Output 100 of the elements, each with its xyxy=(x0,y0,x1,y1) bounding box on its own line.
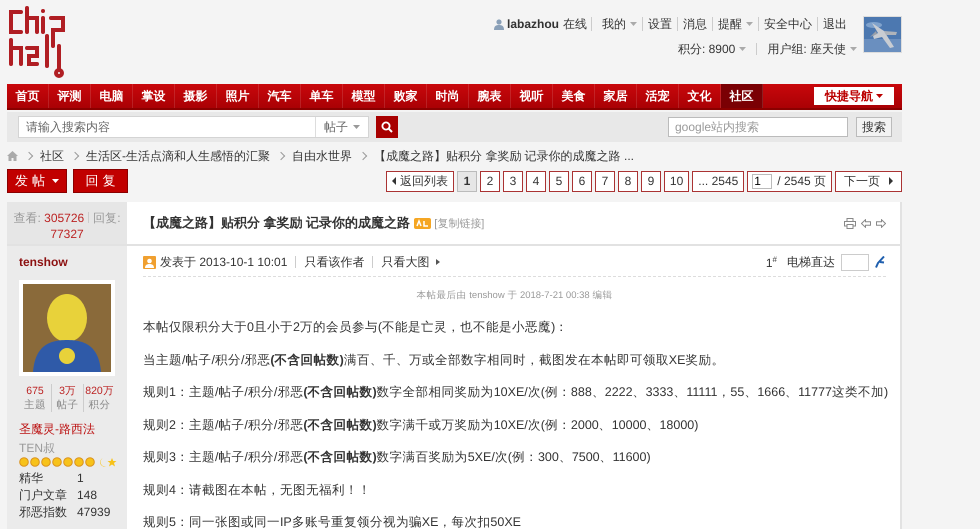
nav-tab[interactable]: 照片 xyxy=(217,84,259,108)
caret-icon xyxy=(353,125,360,129)
caret-icon xyxy=(850,47,857,51)
page-total: / 2545 页 xyxy=(777,172,826,190)
large-images-link[interactable]: 只看大图 xyxy=(381,254,430,270)
page-button[interactable]: 5 xyxy=(548,170,569,192)
user-group-link[interactable]: 用户组: 座天使 xyxy=(767,42,857,56)
caret-icon xyxy=(739,47,746,51)
page-button[interactable]: 6 xyxy=(572,170,592,192)
left-triangle-icon xyxy=(392,177,396,185)
post-paragraph: 规则5：同一张图或同一IP多账号重复领分视为骗XE，每次扣50XE xyxy=(143,514,522,529)
post-paragraph: 规则1：主题/帖子/积分/邪恶(不含回帖数)数字全部相同奖励为10XE/次(例：888、2222、3333、11111，55、1666、11777这类不加) xyxy=(143,384,886,401)
nav-tab[interactable]: 汽车 xyxy=(259,84,301,108)
stat-value[interactable]: 3万 xyxy=(52,384,83,398)
user-title: TEN叔 xyxy=(19,441,56,455)
stat-label: 主题 xyxy=(23,398,47,412)
stat-value[interactable]: 675 xyxy=(19,384,51,398)
user-icon xyxy=(494,18,504,30)
page-button[interactable]: 9 xyxy=(640,170,661,192)
status-text: 在线 xyxy=(563,17,587,31)
search-button[interactable] xyxy=(376,116,398,138)
profile-field-label: 门户文章 xyxy=(19,487,68,504)
points-link[interactable]: 积分: 8900 xyxy=(678,42,746,56)
replies-count: 77327 xyxy=(50,227,84,241)
user-menu-link[interactable]: 我的 xyxy=(597,17,642,31)
right-triangle-icon xyxy=(436,259,440,265)
caret-icon xyxy=(876,94,883,98)
stat-label: 帖子 xyxy=(56,398,80,412)
next-page-button[interactable]: 下一页 xyxy=(835,170,902,192)
post-paragraph: 本帖仅限积分大于0且小于2万的会员参与(不能是亡灵，也不能是小恶魔)： xyxy=(143,319,570,336)
page-button[interactable]: ... 2545 xyxy=(692,170,744,192)
user-menu-link[interactable]: 退出 xyxy=(817,17,852,31)
google-search-button[interactable]: 搜索 xyxy=(856,117,892,137)
nav-tab[interactable]: 评测 xyxy=(49,84,91,108)
jump-icon[interactable] xyxy=(875,256,886,268)
breadcrumb-link[interactable]: 社区 xyxy=(40,148,64,164)
page-number-field[interactable]: 1 xyxy=(752,174,772,188)
breadcrumb-link[interactable]: 生活区-生活点滴和人生感悟的汇聚 xyxy=(86,148,270,164)
floor-number: 1$^{#}$ xyxy=(766,254,777,270)
nav-tab[interactable]: 摄影 xyxy=(175,84,217,108)
next-arrow-icon[interactable] xyxy=(876,218,886,228)
user-menu-link[interactable]: 设置 xyxy=(642,17,677,31)
floor-jump-field[interactable] xyxy=(841,254,869,270)
views-count: 305726 xyxy=(44,211,84,225)
search-icon xyxy=(381,121,393,133)
post-action-button[interactable]: 发 帖 xyxy=(7,169,67,193)
post-action-button[interactable]: 回 复 xyxy=(73,169,128,193)
post-paragraph: 规则4：请截图在本帖，无图无福利！！ xyxy=(143,482,372,498)
post-time: 发表于 2013-10-1 10:01 xyxy=(160,254,288,270)
views-label: 查看: xyxy=(13,211,41,225)
user-menu-link[interactable]: 提醒 xyxy=(712,17,758,31)
nav-tab[interactable]: 首页 xyxy=(7,84,49,108)
profile-field-value: 148 xyxy=(77,487,98,504)
elevator-label: 电梯直达 xyxy=(787,254,835,270)
nav-tab[interactable]: 腕表 xyxy=(469,84,511,108)
user-menu-link[interactable]: 消息 xyxy=(677,17,712,31)
nav-tab[interactable]: 败家 xyxy=(385,84,427,108)
author-name[interactable]: tenshow xyxy=(19,254,115,270)
nav-tab[interactable]: 家居 xyxy=(595,84,637,108)
nav-tab[interactable]: 电脑 xyxy=(91,84,133,108)
post-paragraph: 当主题/帖子/积分/邪恶(不含回帖数)满百、千、万或全部数字相同时，截图发在本帖即可领取XE奖励。 xyxy=(143,352,726,368)
print-icon[interactable] xyxy=(844,218,856,228)
nav-tab[interactable]: 社区 xyxy=(721,84,763,108)
page-button[interactable]: 7 xyxy=(594,170,615,192)
page-button[interactable]: 8 xyxy=(618,170,638,192)
post-author-icon xyxy=(143,256,156,268)
username-link[interactable]: labazhou xyxy=(506,17,559,31)
page-button[interactable]: 3 xyxy=(502,170,523,192)
nav-tab[interactable]: 模型 xyxy=(343,84,385,108)
breadcrumb-link[interactable]: 自由水世界 xyxy=(292,148,352,164)
search-field[interactable]: 请输入搜索内容 帖子 xyxy=(18,116,369,138)
nav-tab[interactable]: 时尚 xyxy=(427,84,469,108)
page-button[interactable]: 10 xyxy=(664,170,690,192)
user-menu-link[interactable]: 安全中心 xyxy=(758,17,817,31)
stat-value[interactable]: 820万 xyxy=(84,384,115,398)
nav-tab[interactable]: 单车 xyxy=(301,84,343,108)
home-icon[interactable] xyxy=(7,151,18,161)
page-button[interactable]: 2 xyxy=(480,170,500,192)
google-search-field[interactable]: google站内搜索 xyxy=(668,117,848,137)
breadcrumb-link[interactable]: 【成魔之路】贴积分 拿奖励 记录你的成魔之路 ... xyxy=(374,148,634,164)
post-paragraph: 规则3：主题/帖子/积分/邪恶(不含回帖数)数字满百奖励为5XE/次(例：300、7500、11600) xyxy=(143,449,652,466)
quick-nav-button[interactable]: 快捷导航 xyxy=(814,87,894,105)
page-button[interactable]: 4 xyxy=(526,170,546,192)
previous-arrow-icon[interactable] xyxy=(861,218,871,228)
author-only-link[interactable]: 只看该作者 xyxy=(304,254,364,270)
back-to-list-button[interactable]: 返回列表 xyxy=(386,170,454,192)
profile-field-label: 精华 xyxy=(19,470,44,487)
right-triangle-icon xyxy=(889,177,893,185)
edit-note: 本帖最后由 tenshow 于 2018-7-21 00:38 编辑 xyxy=(416,289,614,303)
page-button[interactable]: 1 xyxy=(456,170,477,192)
thread-title: 【成魔之路】贴积分 拿奖励 记录你的成魔之路 xyxy=(143,214,410,232)
profile-field-value: 1 xyxy=(77,470,85,487)
hot-icon xyxy=(414,218,432,228)
nav-tab[interactable]: 掌设 xyxy=(133,84,175,108)
search-type-dropdown[interactable]: 帖子 xyxy=(315,117,368,137)
nav-tab[interactable]: 美食 xyxy=(553,84,595,108)
nav-tab[interactable]: 活宠 xyxy=(637,84,679,108)
avatar[interactable] xyxy=(19,280,115,376)
stat-label: 积分 xyxy=(88,398,112,412)
nav-tab[interactable]: 视听 xyxy=(511,84,553,108)
